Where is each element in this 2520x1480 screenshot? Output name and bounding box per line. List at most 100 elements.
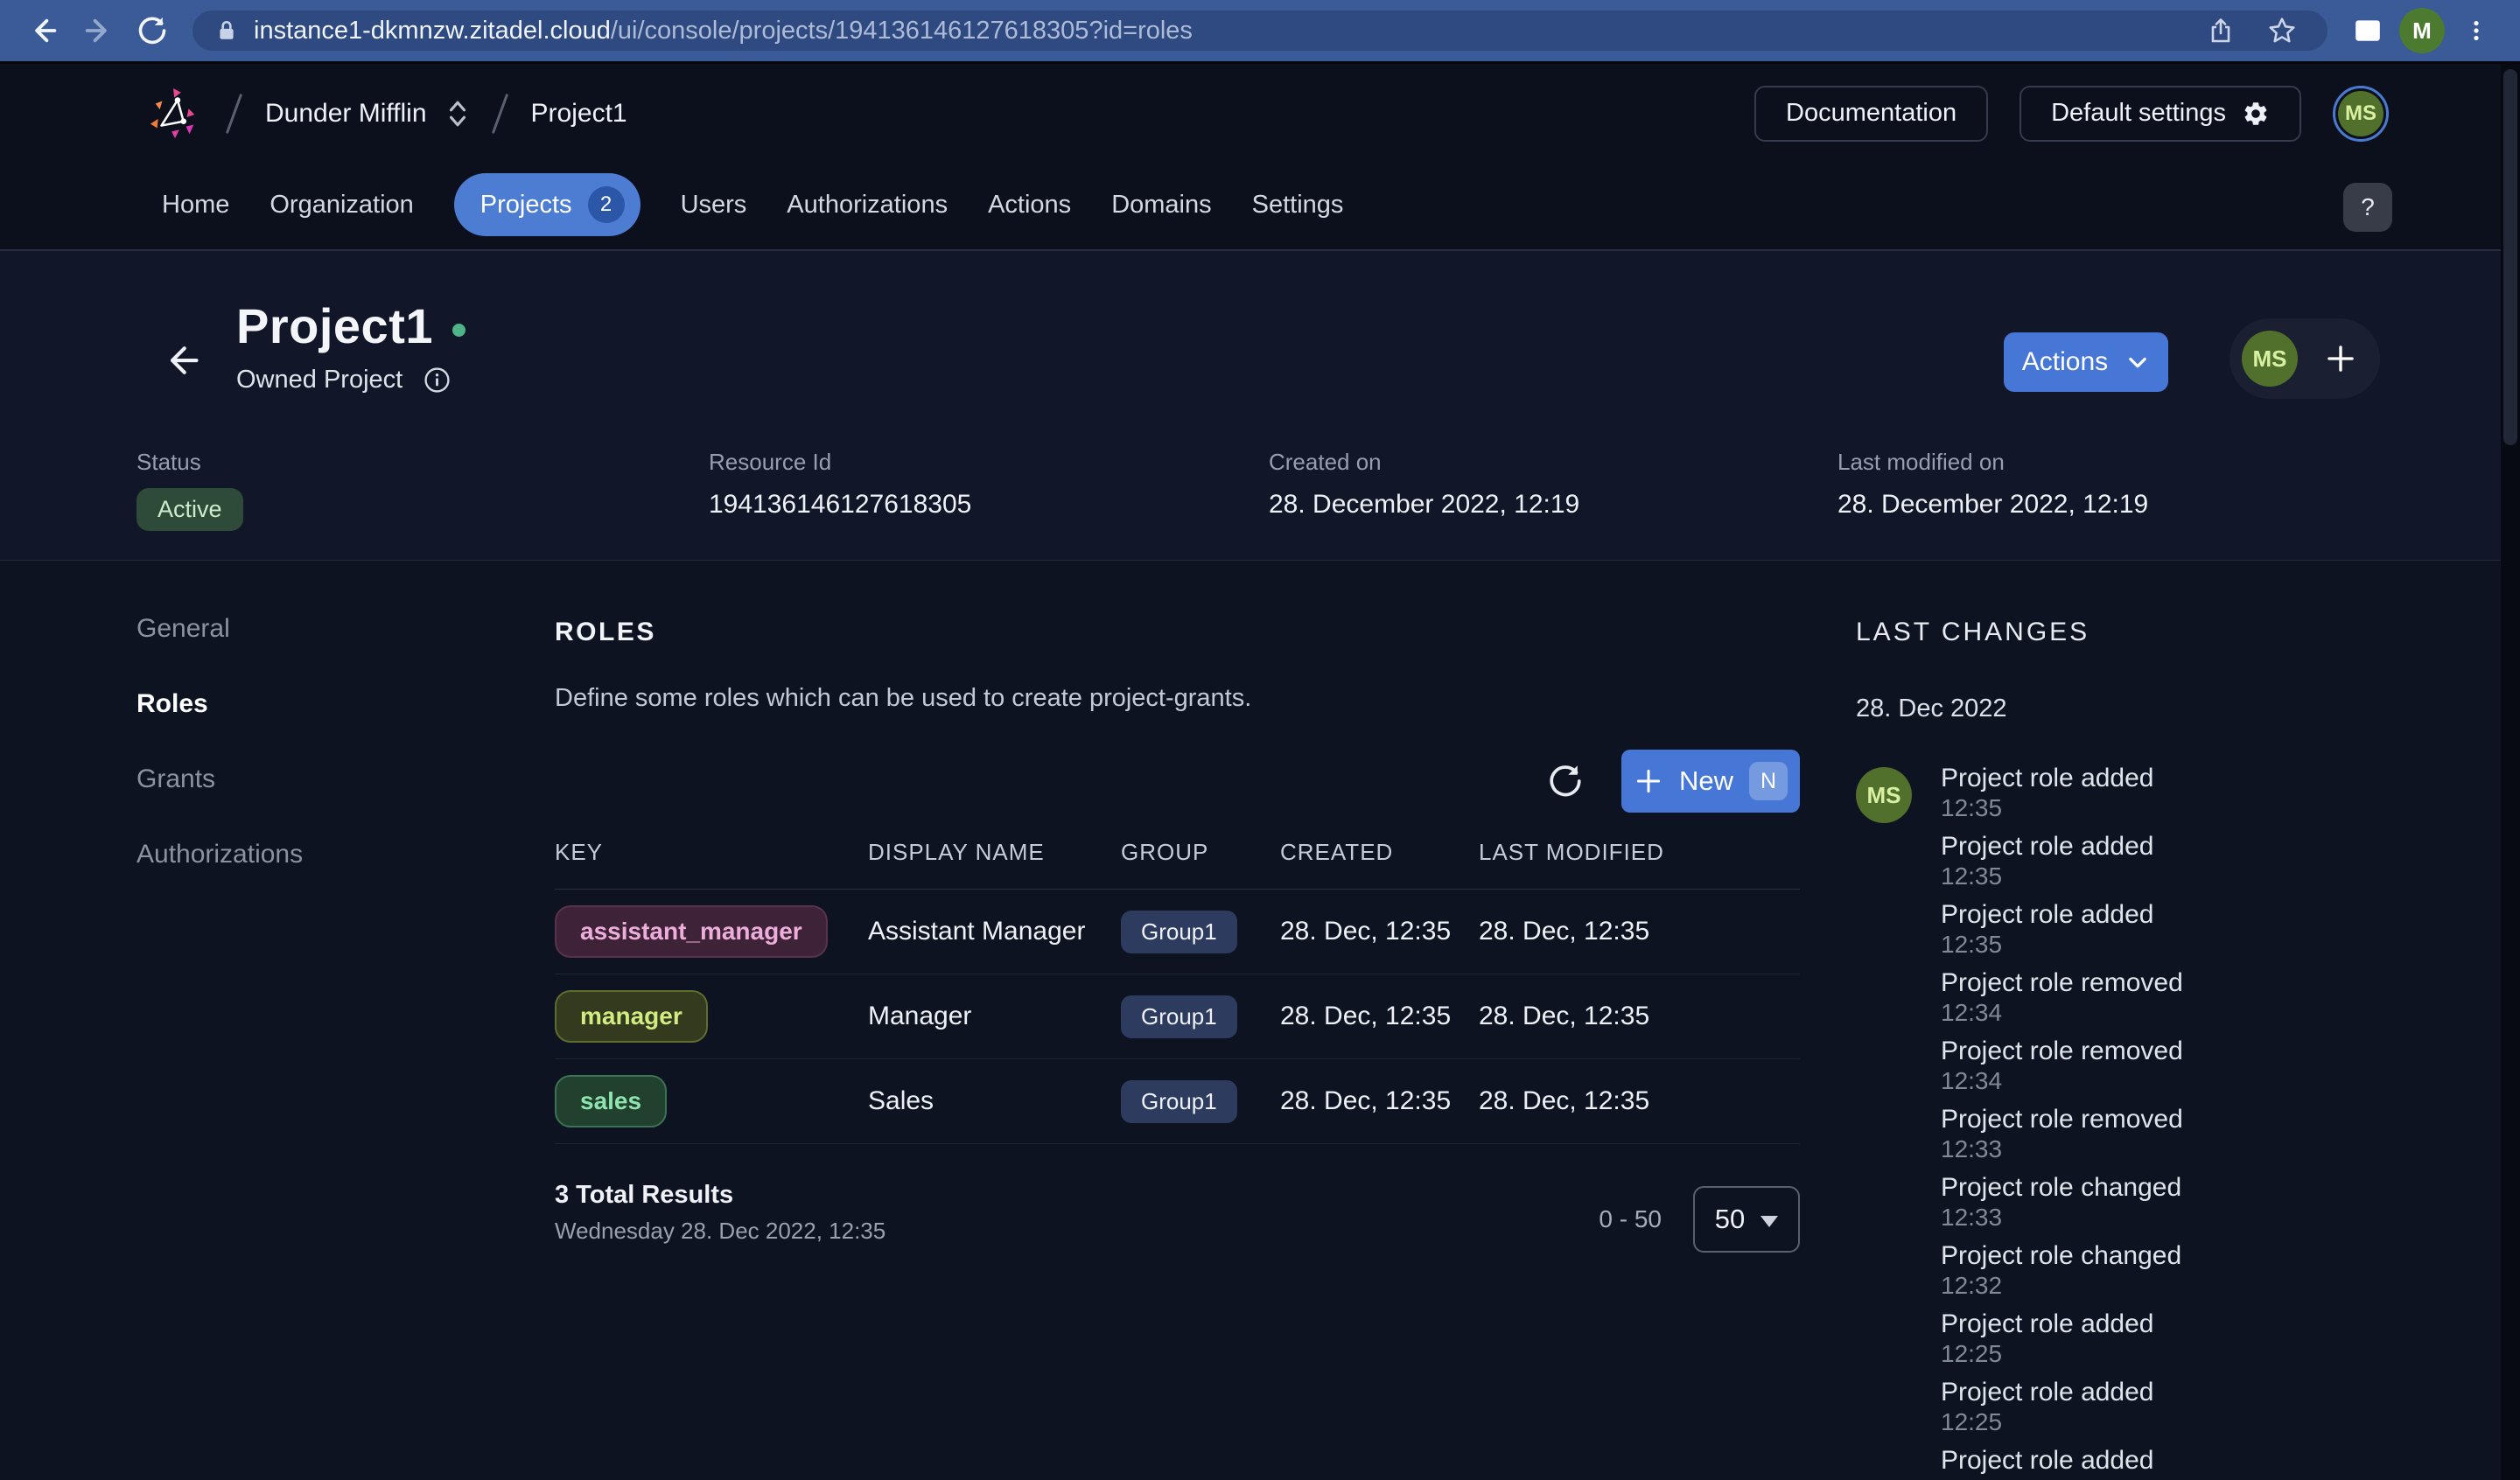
role-modified-date: 28. Dec, 12:35 (1479, 1086, 1800, 1116)
browser-bookmark-button[interactable] (2259, 8, 2305, 53)
table-row[interactable]: salesSalesGroup128. Dec, 12:3528. Dec, 1… (555, 1059, 1800, 1144)
tab-authorizations[interactable]: Authorizations (787, 191, 948, 220)
default-settings-button[interactable]: Default settings (2020, 86, 2301, 142)
star-icon (2267, 16, 2297, 45)
meta-value: 28. December 2022, 12:19 (1269, 490, 1579, 520)
change-entry[interactable]: Project role changed12:33 (1941, 1173, 2267, 1231)
role-display-name: Assistant Manager (868, 917, 1121, 946)
refresh-icon (136, 15, 168, 46)
roles-toolbar: New N (555, 750, 1800, 813)
actions-button[interactable]: Actions (2004, 332, 2168, 392)
active-state-dot (452, 324, 466, 337)
meta-resource-id: Resource Id194136146127618305 (709, 449, 971, 520)
new-role-button[interactable]: New N (1621, 750, 1800, 813)
table-row[interactable]: managerManagerGroup128. Dec, 12:3528. De… (555, 974, 1800, 1059)
table-row[interactable]: assistant_managerAssistant ManagerGroup1… (555, 890, 1800, 974)
plus-icon (1634, 766, 1663, 796)
sidebar-item-grants[interactable]: Grants (136, 764, 303, 794)
zitadel-logo-icon[interactable] (149, 87, 203, 141)
roles-panel: ROLES Define some roles which can be use… (555, 618, 1800, 1253)
role-group-pill: Group1 (1121, 995, 1237, 1038)
browser-back-button[interactable] (21, 8, 66, 53)
change-entry[interactable]: Project role added12:35 (1941, 764, 2267, 821)
change-entry[interactable]: Project role removed12:33 (1941, 1105, 2267, 1162)
change-entry[interactable]: Project role added12:25 (1941, 1446, 2267, 1480)
results-summary: 3 Total Results Wednesday 28. Dec 2022, … (555, 1181, 886, 1245)
project-title-block: Project1 Owned Project (236, 299, 466, 394)
share-icon (2207, 17, 2235, 45)
browser-address-bar[interactable]: instance1-dkmnzw.zitadel.cloud/ui/consol… (192, 10, 2328, 51)
change-time: 12:35 (1941, 863, 2267, 890)
change-entry[interactable]: Project role added12:35 (1941, 832, 2267, 890)
scrollbar-thumb[interactable] (2503, 69, 2517, 445)
tab-label: Domains (1111, 191, 1211, 219)
back-button[interactable] (159, 338, 205, 383)
browser-share-button[interactable] (2198, 8, 2244, 53)
column-header: DISPLAY NAME (868, 839, 1121, 866)
tab-label: Organization (270, 191, 413, 219)
tab-domains[interactable]: Domains (1111, 191, 1211, 220)
org-name: Dunder Mifflin (265, 99, 427, 129)
role-key-pill: assistant_manager (555, 905, 828, 958)
change-time: 12:34 (1941, 1068, 2267, 1094)
contributor-avatar[interactable]: MS (2242, 331, 2298, 387)
sidebar-item-general[interactable]: General (136, 614, 303, 644)
meta-label: Resource Id (709, 449, 971, 476)
plus-icon[interactable] (2324, 342, 2357, 375)
change-time: 12:32 (1941, 1273, 2267, 1299)
page-size-select[interactable]: 50 (1693, 1186, 1800, 1253)
change-entry[interactable]: Project role added12:25 (1941, 1309, 2267, 1367)
column-header: LAST MODIFIED (1479, 839, 1800, 866)
browser-forward-button[interactable] (75, 8, 121, 53)
refresh-button[interactable] (1544, 760, 1586, 802)
meta-label: Created on (1269, 449, 1579, 476)
browser-profile-avatar[interactable]: M (2399, 8, 2445, 53)
tab-actions[interactable]: Actions (988, 191, 1071, 220)
browser-side-panel-button[interactable] (2345, 8, 2390, 53)
tab-home[interactable]: Home (162, 191, 229, 220)
breadcrumb-project[interactable]: Project1 (531, 99, 627, 129)
browser-refresh-button[interactable] (130, 8, 175, 53)
role-modified-date: 28. Dec, 12:35 (1479, 1002, 1800, 1031)
tab-label: Actions (988, 191, 1071, 219)
default-settings-label: Default settings (2051, 99, 2226, 128)
tab-label: Settings (1252, 191, 1344, 219)
forward-arrow-icon (82, 15, 114, 46)
change-entry[interactable]: Project role added12:35 (1941, 900, 2267, 958)
change-entry[interactable]: Project role added12:25 (1941, 1378, 2267, 1435)
change-entry[interactable]: Project role changed12:32 (1941, 1241, 2267, 1299)
change-title: Project role added (1941, 1446, 2267, 1476)
help-button[interactable]: ? (2343, 183, 2392, 232)
role-display-name: Sales (868, 1086, 1121, 1116)
tab-users[interactable]: Users (681, 191, 747, 220)
info-icon[interactable] (424, 367, 451, 394)
tab-organization[interactable]: Organization (270, 191, 413, 220)
sidebar-item-roles[interactable]: Roles (136, 689, 303, 719)
role-display-name: Manager (868, 1002, 1121, 1031)
side-panel-icon (2353, 16, 2383, 45)
documentation-button[interactable]: Documentation (1754, 86, 1988, 142)
gear-icon (2242, 100, 2270, 128)
tab-projects[interactable]: Projects2 (454, 173, 640, 236)
sidebar-item-authorizations[interactable]: Authorizations (136, 840, 303, 869)
meta-created-on: Created on 28. December 2022, 12:19 (1269, 449, 1579, 520)
org-switcher[interactable]: Dunder Mifflin (265, 99, 469, 129)
browser-toolbar: instance1-dkmnzw.zitadel.cloud/ui/consol… (0, 0, 2520, 64)
change-entry[interactable]: Project role removed12:34 (1941, 1037, 2267, 1094)
browser-menu-button[interactable] (2454, 8, 2499, 53)
tab-label: Projects (480, 191, 572, 220)
meta-value: 28. December 2022, 12:19 (1838, 490, 2148, 520)
change-entry[interactable]: Project role removed12:34 (1941, 968, 2267, 1026)
change-time: 12:34 (1941, 1000, 2267, 1026)
breadcrumb-separator (491, 93, 508, 133)
kebab-menu-icon (2463, 17, 2489, 44)
roles-heading: ROLES (555, 618, 1800, 647)
tab-settings[interactable]: Settings (1252, 191, 1344, 220)
meta-status: StatusActive (136, 449, 243, 531)
tab-label: Authorizations (787, 191, 948, 219)
last-changes-heading: LAST CHANGES (1856, 618, 2267, 647)
user-avatar-button[interactable]: MS (2333, 86, 2389, 142)
user-avatar: MS (2338, 91, 2384, 136)
change-time: 12:35 (1941, 932, 2267, 958)
screen: instance1-dkmnzw.zitadel.cloud/ui/consol… (0, 0, 2520, 1480)
